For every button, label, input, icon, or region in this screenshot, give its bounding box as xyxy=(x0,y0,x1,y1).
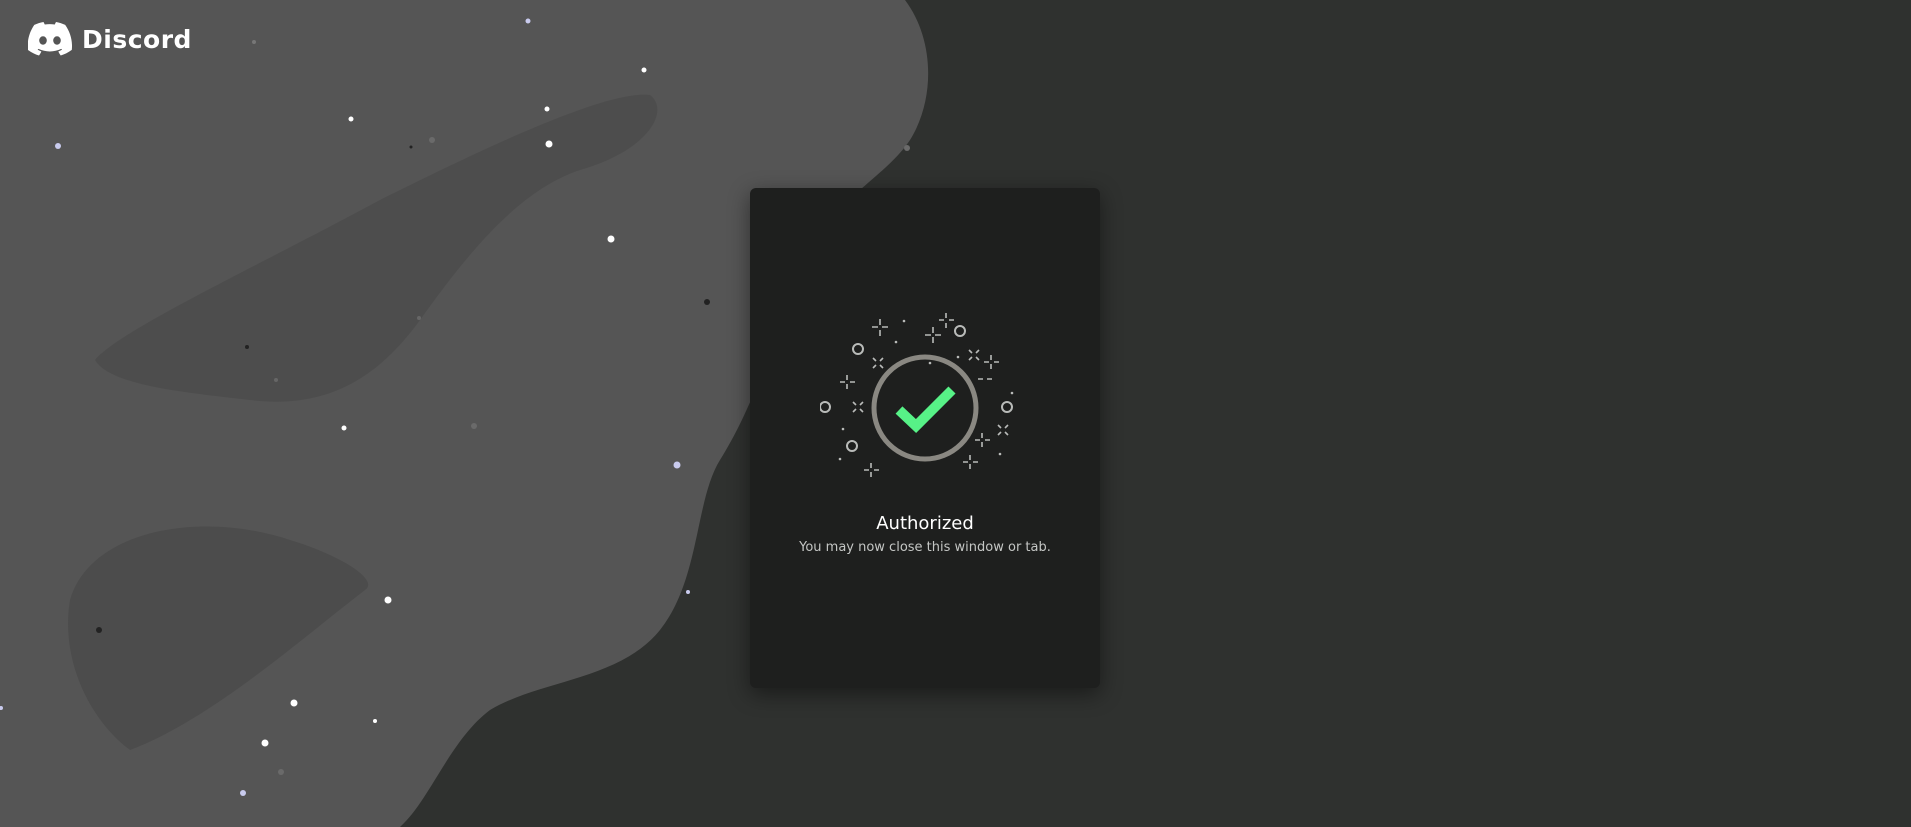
discord-logo[interactable]: Discord xyxy=(28,22,192,56)
success-illustration xyxy=(820,313,1014,477)
logo-wordmark: Discord xyxy=(82,24,192,54)
authorization-card: Authorized You may now close this window… xyxy=(750,188,1100,688)
authorization-title: Authorized xyxy=(876,513,974,534)
discord-clyde-icon xyxy=(28,22,72,56)
checkmark-icon xyxy=(895,386,956,433)
sparkle-decorations xyxy=(840,313,1009,477)
authorization-subtitle: You may now close this window or tab. xyxy=(799,540,1051,555)
check-ring xyxy=(871,354,979,462)
page-background: Discord Authorized You may now close thi… xyxy=(0,0,1911,827)
